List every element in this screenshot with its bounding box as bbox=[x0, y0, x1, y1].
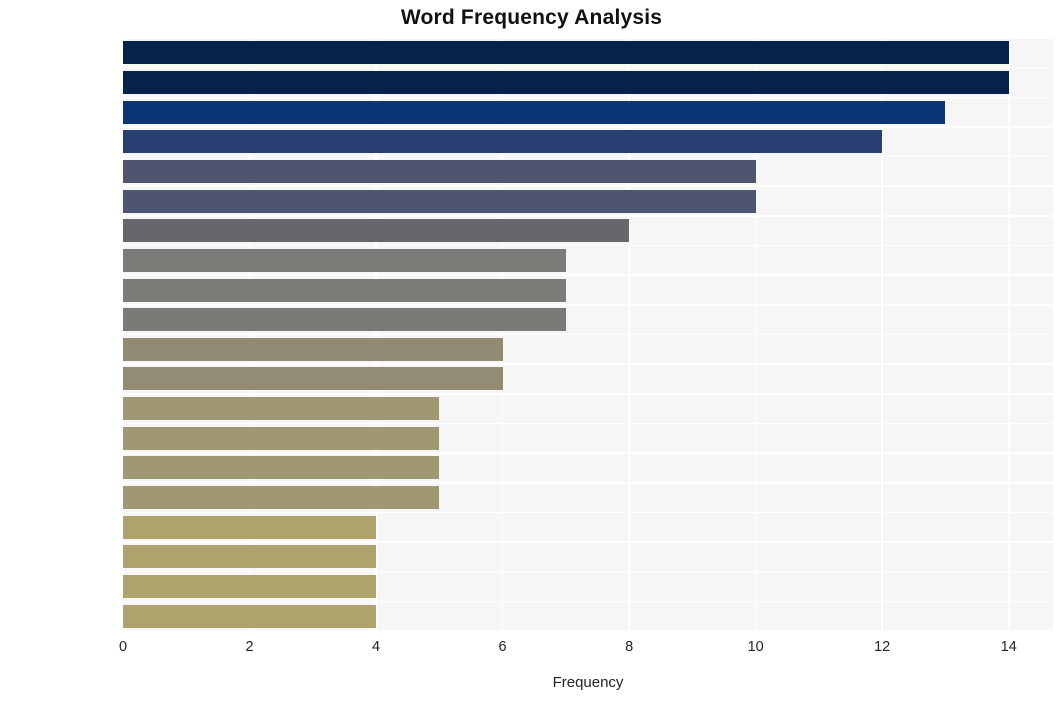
x-tick-label-4: 4 bbox=[372, 639, 381, 655]
x-tick-label-8: 8 bbox=[625, 639, 634, 655]
x-tick-label-14: 14 bbox=[1000, 639, 1017, 655]
x-axis-title: Frequency bbox=[552, 674, 624, 691]
x-axis-tick-labels: 0 2 4 6 8 10 12 14 bbox=[0, 0, 1063, 701]
x-tick-label-10: 10 bbox=[747, 639, 764, 655]
x-tick-label-12: 12 bbox=[874, 639, 891, 655]
x-tick-label-6: 6 bbox=[498, 639, 507, 655]
x-tick-label-2: 2 bbox=[245, 639, 254, 655]
word-frequency-chart-figure: Word Frequency Analysis studentsonlineso… bbox=[0, 0, 1063, 701]
x-tick-label-0: 0 bbox=[118, 639, 128, 655]
